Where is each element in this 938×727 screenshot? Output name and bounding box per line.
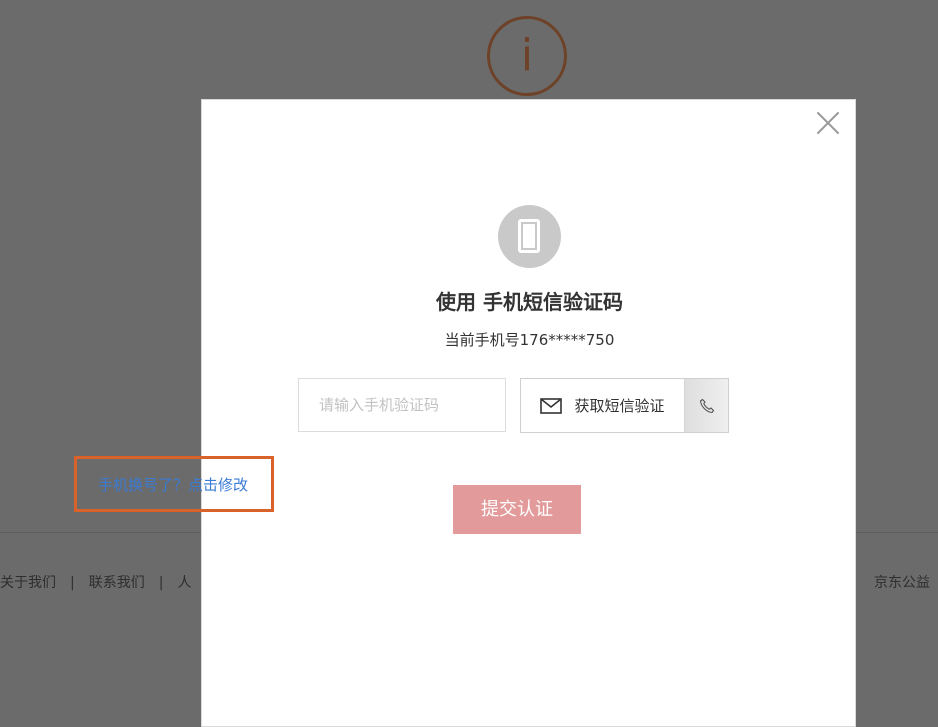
footer-link-charity[interactable]: 京东公益 [874,572,930,592]
voice-code-button[interactable] [684,379,728,432]
footer-link-contact[interactable]: 联系我们 [89,575,145,591]
footer-link-partial[interactable]: 人 [177,575,191,591]
get-sms-code-label: 获取短信验证 [574,397,665,415]
info-icon: i [487,16,567,96]
verification-modal: 使用 手机短信验证码 当前手机号176*****750 获取短信验证 提交认证 [201,99,856,727]
close-icon[interactable] [815,110,841,136]
current-phone-number: 当前手机号176*****750 [444,331,615,349]
change-phone-link[interactable]: 手机换号了？点击修改 [98,474,248,495]
submit-verification-button[interactable]: 提交认证 [453,485,581,534]
footer-separator: | [70,575,75,591]
sms-code-input[interactable] [298,378,506,432]
get-sms-code-button[interactable]: 获取短信验证 [521,379,684,432]
mail-icon [540,397,563,414]
sms-code-button-group: 获取短信验证 [520,378,729,433]
modal-title: 使用 手机短信验证码 [436,290,623,314]
footer-links: 关于我们 | 联系我们 | 人 [0,572,191,592]
footer-link-about[interactable]: 关于我们 [0,575,56,591]
footer-separator: | [158,575,164,591]
phone-icon [498,205,561,268]
phone-call-icon [699,398,714,413]
